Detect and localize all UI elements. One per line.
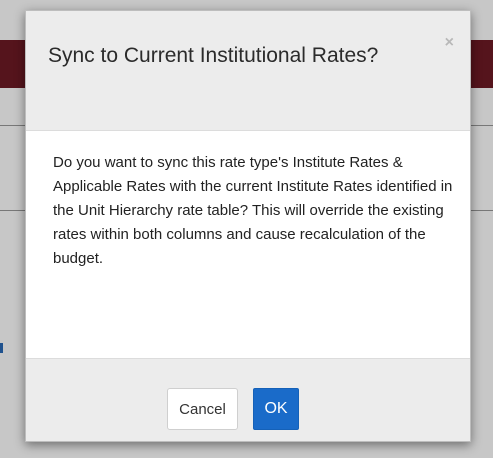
- dialog-title: Sync to Current Institutional Rates?: [48, 44, 379, 67]
- dialog-message: Do you want to sync this rate type's Ins…: [53, 154, 453, 267]
- ok-button[interactable]: OK: [253, 388, 299, 430]
- cancel-button[interactable]: Cancel: [167, 388, 238, 430]
- dialog-body: Do you want to sync this rate type's Ins…: [26, 131, 470, 359]
- dialog-header: Sync to Current Institutional Rates? ×: [26, 11, 470, 131]
- sync-rates-dialog: Sync to Current Institutional Rates? × D…: [25, 10, 471, 442]
- dialog-footer: Cancel OK: [26, 359, 470, 441]
- close-icon[interactable]: ×: [445, 35, 454, 51]
